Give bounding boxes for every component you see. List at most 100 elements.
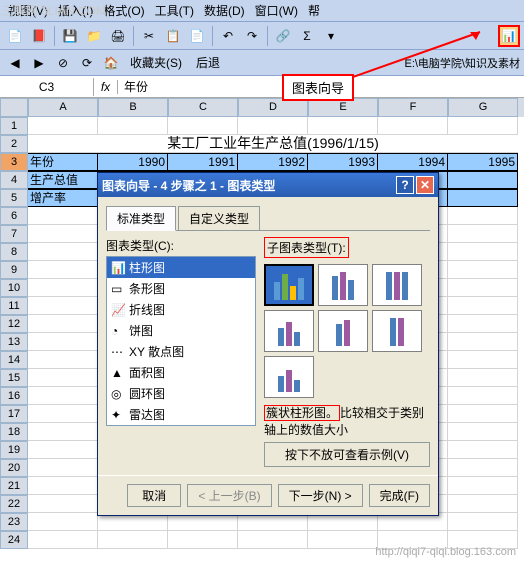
row-header[interactable]: 21 <box>0 477 28 495</box>
tab-custom[interactable]: 自定义类型 <box>178 206 260 231</box>
cell[interactable] <box>28 333 98 351</box>
copy-icon[interactable]: 📋 <box>162 25 184 47</box>
row-header[interactable]: 12 <box>0 315 28 333</box>
dialog-titlebar[interactable]: 图表向导 - 4 步骤之 1 - 图表类型 ? ✕ <box>98 173 438 197</box>
cell[interactable] <box>308 531 378 549</box>
row-header[interactable]: 19 <box>0 441 28 459</box>
cell[interactable]: 1995 <box>448 153 518 171</box>
chart-type-item[interactable]: 📈折线图 <box>107 299 255 320</box>
subtype-clustered-column[interactable] <box>264 264 314 306</box>
link-icon[interactable]: 🔗 <box>272 25 294 47</box>
subtype-stacked-column[interactable] <box>318 264 368 306</box>
pdf2-icon[interactable]: 📕 <box>28 25 50 47</box>
menu-window[interactable]: 窗口(W) <box>251 0 302 21</box>
cell[interactable] <box>448 513 518 531</box>
row-header[interactable]: 17 <box>0 405 28 423</box>
chart-type-item[interactable]: ▲面积图 <box>107 362 255 383</box>
cell[interactable]: 1991 <box>168 153 238 171</box>
cell[interactable] <box>28 207 98 225</box>
home-icon[interactable]: 🏠 <box>100 52 122 74</box>
cell[interactable] <box>28 225 98 243</box>
name-box[interactable]: C3 <box>0 78 94 96</box>
chart-type-item[interactable]: ▭条形图 <box>107 278 255 299</box>
cell[interactable] <box>168 531 238 549</box>
stop-icon[interactable]: ⊘ <box>52 52 74 74</box>
cell[interactable] <box>448 171 518 189</box>
cell[interactable] <box>448 441 518 459</box>
cell[interactable] <box>448 405 518 423</box>
row-header[interactable]: 18 <box>0 423 28 441</box>
refresh-icon[interactable]: ⟳ <box>76 52 98 74</box>
subtype-3d-clustered[interactable] <box>264 310 314 352</box>
col-header[interactable]: A <box>28 98 98 117</box>
cell[interactable] <box>448 351 518 369</box>
row-header[interactable]: 16 <box>0 387 28 405</box>
cell[interactable] <box>448 459 518 477</box>
subtype-3d-stacked[interactable] <box>318 310 368 352</box>
row-header[interactable]: 11 <box>0 297 28 315</box>
menu-help[interactable]: 帮 <box>304 0 324 21</box>
cell[interactable] <box>448 369 518 387</box>
cell[interactable] <box>28 477 98 495</box>
cell[interactable] <box>448 189 518 207</box>
row-header[interactable]: 8 <box>0 243 28 261</box>
cell[interactable] <box>448 117 518 135</box>
cell[interactable] <box>28 405 98 423</box>
cell[interactable] <box>28 387 98 405</box>
cell[interactable] <box>448 207 518 225</box>
row-header[interactable]: 4 <box>0 171 28 189</box>
chart-type-item[interactable]: ▦曲面图 <box>107 425 255 426</box>
cell[interactable] <box>28 315 98 333</box>
cell[interactable] <box>448 333 518 351</box>
menu-tools[interactable]: 工具(T) <box>151 0 198 21</box>
sum-icon[interactable]: Σ <box>296 25 318 47</box>
pdf-icon[interactable]: 📄 <box>4 25 26 47</box>
cell[interactable]: 1992 <box>238 153 308 171</box>
row-header[interactable]: 3 <box>0 153 28 171</box>
cell[interactable] <box>28 513 98 531</box>
cell[interactable] <box>28 369 98 387</box>
sort-icon[interactable]: ▾ <box>320 25 342 47</box>
cell[interactable] <box>448 315 518 333</box>
subtype-3d-100[interactable] <box>372 310 422 352</box>
cell[interactable]: 1993 <box>308 153 378 171</box>
row-header[interactable]: 5 <box>0 189 28 207</box>
col-header[interactable]: G <box>448 98 518 117</box>
cell[interactable] <box>448 243 518 261</box>
redo-icon[interactable]: ↷ <box>241 25 263 47</box>
cell[interactable] <box>28 459 98 477</box>
preview-button[interactable]: 按下不放可查看示例(V) <box>264 442 430 467</box>
row-header[interactable]: 15 <box>0 369 28 387</box>
formula-value[interactable]: 年份 <box>118 76 154 97</box>
cell[interactable] <box>98 531 168 549</box>
cell[interactable]: 1990 <box>98 153 168 171</box>
cut-icon[interactable]: ✂ <box>138 25 160 47</box>
cell[interactable] <box>238 531 308 549</box>
cancel-button[interactable]: 取消 <box>127 484 181 507</box>
fwd-icon[interactable]: ▶ <box>28 52 50 74</box>
cell[interactable] <box>448 297 518 315</box>
cell[interactable] <box>28 351 98 369</box>
cell[interactable] <box>448 423 518 441</box>
row-header[interactable]: 13 <box>0 333 28 351</box>
save-icon[interactable]: 💾 <box>59 25 81 47</box>
cell[interactable] <box>28 297 98 315</box>
row-header[interactable]: 22 <box>0 495 28 513</box>
cell[interactable] <box>28 243 98 261</box>
finish-button[interactable]: 完成(F) <box>369 484 430 507</box>
cell[interactable] <box>168 117 238 135</box>
back-icon[interactable]: ◀ <box>4 52 26 74</box>
chart-type-item[interactable]: ✦雷达图 <box>107 404 255 425</box>
subtype-3d-column[interactable] <box>264 356 314 398</box>
back-text[interactable]: 后退 <box>190 52 226 73</box>
cell[interactable] <box>448 477 518 495</box>
chart-type-item[interactable]: ⋯XY 散点图 <box>107 341 255 362</box>
folder-icon[interactable]: 📁 <box>83 25 105 47</box>
cell[interactable] <box>448 261 518 279</box>
cell[interactable] <box>378 117 448 135</box>
cell[interactable] <box>448 279 518 297</box>
cell[interactable] <box>28 261 98 279</box>
row-header[interactable]: 9 <box>0 261 28 279</box>
select-all-corner[interactable] <box>0 98 28 117</box>
cell[interactable] <box>28 531 98 549</box>
